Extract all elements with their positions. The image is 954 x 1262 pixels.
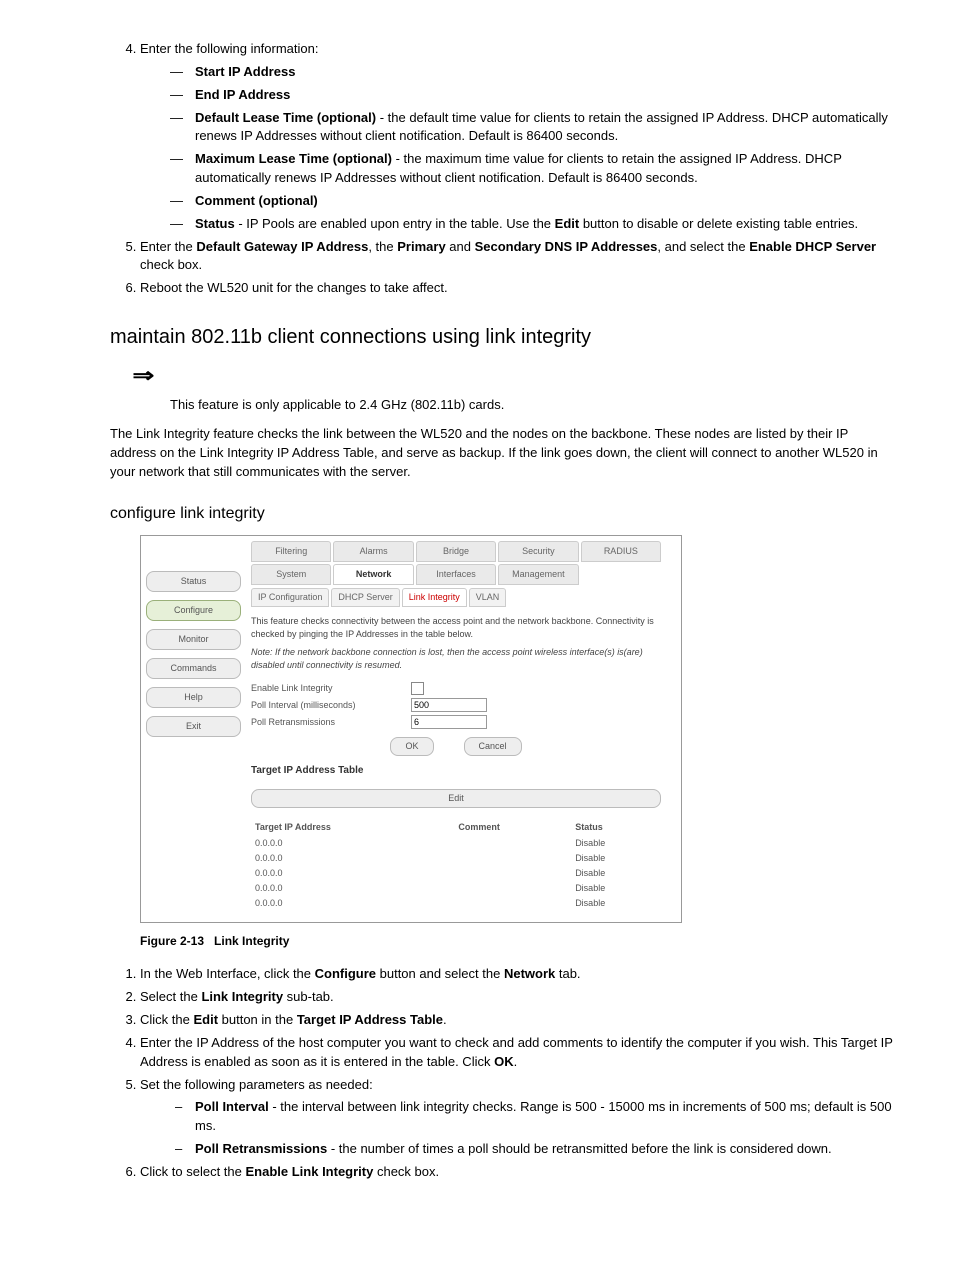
table-row: 0.0.0.0Disable	[253, 882, 659, 895]
col-ip: Target IP Address	[253, 820, 454, 835]
checkbox-enable[interactable]	[411, 682, 424, 695]
field-start: Start IP Address	[195, 63, 894, 82]
subtab-ipconfig[interactable]: IP Configuration	[251, 588, 329, 607]
input-poll-retrans[interactable]	[411, 715, 487, 729]
sidebar-help[interactable]: Help	[146, 687, 241, 708]
cfg-step-3: Click the Edit button in the Target IP A…	[140, 1011, 894, 1030]
table-title: Target IP Address Table	[251, 764, 661, 779]
note-block: ⇒	[135, 362, 894, 391]
field-max-lease: Maximum Lease Time (optional) - the maxi…	[195, 150, 894, 188]
cancel-button[interactable]: Cancel	[464, 737, 522, 756]
figure-note: Note: If the network backbone connection…	[251, 646, 661, 672]
sidebar-exit[interactable]: Exit	[146, 716, 241, 737]
step-4: Enter the following information: Start I…	[140, 40, 894, 234]
cfg-step-5: Set the following parameters as needed: …	[140, 1076, 894, 1159]
table-row: 0.0.0.0Disable	[253, 867, 659, 880]
field-default-lease: Default Lease Time (optional) - the defa…	[195, 109, 894, 147]
table-row: 0.0.0.0Disable	[253, 852, 659, 865]
col-status: Status	[573, 820, 659, 835]
label-poll-retrans: Poll Retransmissions	[251, 716, 411, 729]
paragraph-link-integrity: The Link Integrity feature checks the li…	[110, 425, 894, 482]
param-poll-interval: Poll Interval - the interval between lin…	[195, 1098, 894, 1136]
tab-network[interactable]: Network	[333, 564, 413, 585]
arrow-icon: ⇒	[132, 362, 154, 391]
tab-interfaces[interactable]: Interfaces	[416, 564, 496, 585]
tab-radius[interactable]: RADIUS	[581, 541, 661, 562]
cfg-step-1: In the Web Interface, click the Configur…	[140, 965, 894, 984]
field-end: End IP Address	[195, 86, 894, 105]
tab-security[interactable]: Security	[498, 541, 578, 562]
step-5: Enter the Default Gateway IP Address, th…	[140, 238, 894, 276]
ip-table: Target IP Address Comment Status 0.0.0.0…	[251, 818, 661, 912]
cfg-step-4: Enter the IP Address of the host compute…	[140, 1034, 894, 1072]
subtab-dhcp[interactable]: DHCP Server	[331, 588, 399, 607]
step-6: Reboot the WL520 unit for the changes to…	[140, 279, 894, 298]
sidebar-commands[interactable]: Commands	[146, 658, 241, 679]
tab-filtering[interactable]: Filtering	[251, 541, 331, 562]
cfg-step-6: Click to select the Enable Link Integrit…	[140, 1163, 894, 1182]
figure-screenshot: Status Configure Monitor Commands Help E…	[140, 535, 682, 923]
sidebar-configure[interactable]: Configure	[146, 600, 241, 621]
field-comment: Comment (optional)	[195, 192, 894, 211]
heading-configure: configure link integrity	[110, 502, 894, 525]
edit-button[interactable]: Edit	[251, 789, 661, 808]
table-row: 0.0.0.0Disable	[253, 897, 659, 910]
col-comment: Comment	[456, 820, 571, 835]
figure-caption: Figure 2-13 Link Integrity	[140, 933, 894, 950]
figure-description: This feature checks connectivity between…	[251, 615, 661, 641]
input-poll-interval[interactable]	[411, 698, 487, 712]
tab-bridge[interactable]: Bridge	[416, 541, 496, 562]
label-enable: Enable Link Integrity	[251, 682, 411, 695]
sidebar-status[interactable]: Status	[146, 571, 241, 592]
param-poll-retrans: Poll Retransmissions - the number of tim…	[195, 1140, 894, 1159]
field-status: Status - IP Pools are enabled upon entry…	[195, 215, 894, 234]
note-text: This feature is only applicable to 2.4 G…	[170, 396, 894, 415]
cfg-step-2: Select the Link Integrity sub-tab.	[140, 988, 894, 1007]
tab-management[interactable]: Management	[498, 564, 578, 585]
label-poll-interval: Poll Interval (milliseconds)	[251, 699, 411, 712]
heading-maintain: maintain 802.11b client connections usin…	[110, 323, 894, 352]
ok-button[interactable]: OK	[390, 737, 433, 756]
step4-intro: Enter the following information:	[140, 41, 318, 56]
sidebar-monitor[interactable]: Monitor	[146, 629, 241, 650]
tab-alarms[interactable]: Alarms	[333, 541, 413, 562]
figure-sidebar: Status Configure Monitor Commands Help E…	[141, 536, 246, 922]
subtab-vlan[interactable]: VLAN	[469, 588, 507, 607]
tab-system[interactable]: System	[251, 564, 331, 585]
subtab-link-integrity[interactable]: Link Integrity	[402, 588, 467, 607]
table-row: 0.0.0.0Disable	[253, 837, 659, 850]
